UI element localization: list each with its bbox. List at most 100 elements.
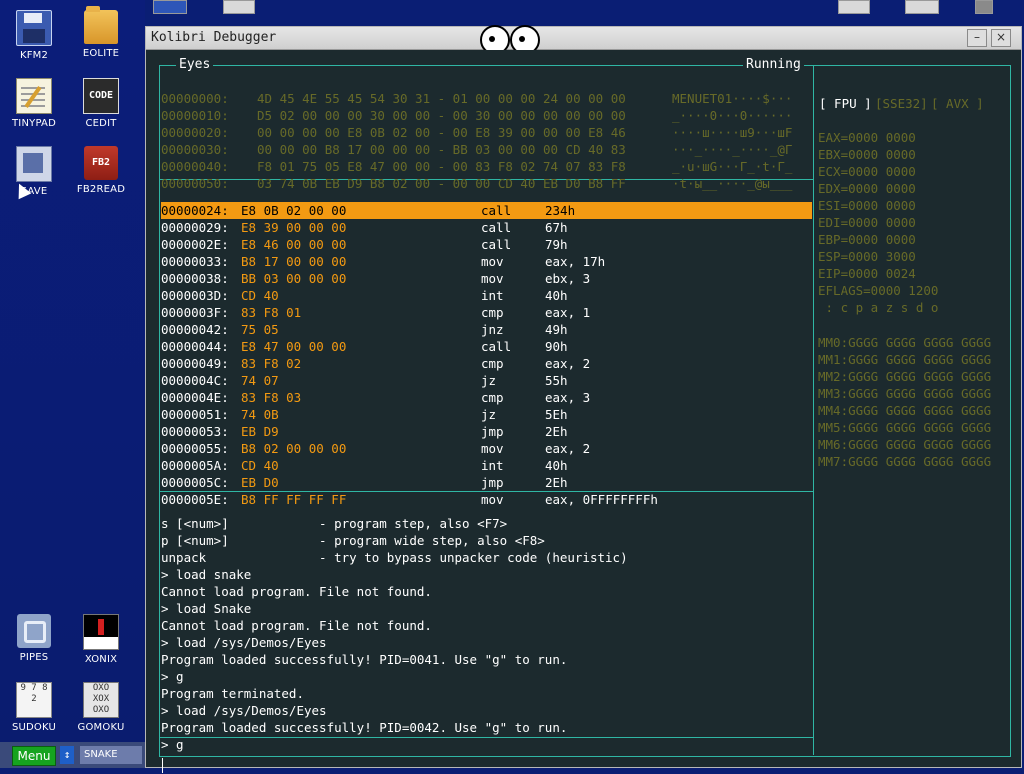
disasm-row[interactable]: 0000005E: B8 FF FF FF FF mov eax, 0FFFFFFFF… <box>161 491 812 508</box>
console-line: Program loaded successfully! PID=0042. U… <box>161 720 568 735</box>
disasm-ops: eax, 17h <box>545 254 606 269</box>
mmx-register-value: MM2:GGGG GGGG GGGG GGGG <box>818 369 992 384</box>
disasm-addr: 00000044: <box>161 339 229 354</box>
tab-sse32[interactable]: [SSE32] <box>875 96 928 111</box>
disasm-row[interactable]: 00000049: 83 F8 02 cmp eax, 2 <box>161 355 812 372</box>
register-value: EDX=0000 0000 <box>818 181 916 196</box>
desktop-icon-cedit[interactable]: CODE CEDIT <box>69 78 133 129</box>
desktop-icon-xonix[interactable]: XONIX <box>69 614 133 665</box>
dump-row: 00000000: 4D 45 4E 55 45 54 30 31 - 01 00… <box>161 91 793 106</box>
disasm-row[interactable]: 00000053: EB D9 jmp 2Eh <box>161 423 812 440</box>
disasm-mnem: cmp <box>481 356 504 371</box>
tray-icon[interactable] <box>223 0 255 14</box>
disasm-mnem: cmp <box>481 305 504 320</box>
disasm-mnem: jmp <box>481 424 504 439</box>
register-value: EBP=0000 0000 <box>818 232 916 247</box>
tray-icon[interactable] <box>153 0 187 14</box>
disasm-row[interactable]: 00000051: 74 0B jz 5Eh <box>161 406 812 423</box>
disasm-bytes: EB D9 <box>241 424 279 439</box>
desktop-icon-save[interactable]: SAVE <box>2 146 66 197</box>
console-line: Program loaded successfully! PID=0041. U… <box>161 652 568 667</box>
disasm-addr: 00000024: <box>161 203 229 218</box>
disasm-addr: 0000005A: <box>161 458 229 473</box>
disasm-row[interactable]: 00000038: BB 03 00 00 00 mov ebx, 3 <box>161 270 812 287</box>
disasm-row[interactable]: 00000029: E8 39 00 00 00 call 67h <box>161 219 812 236</box>
dump-row: 00000020: 00 00 00 00 E8 0B 02 00 - 00 E8… <box>161 125 793 140</box>
desktop-icon-sudoku[interactable]: 9 7 8 2 SUDOKU <box>2 682 66 733</box>
desktop-icon-kfm2[interactable]: KFM2 <box>2 10 66 61</box>
tray-icon[interactable] <box>975 0 993 14</box>
taskbar-item-snake[interactable]: SNAKE <box>80 746 142 764</box>
register-value: : c p a z s d o <box>818 300 939 315</box>
disasm-bytes: E8 46 00 00 00 <box>241 237 347 252</box>
dump-row: 00000010: D5 02 00 00 00 30 00 00 - 00 30… <box>161 108 793 123</box>
desktop-icon-eolite[interactable]: EOLITE <box>69 6 133 59</box>
disasm-row[interactable]: 00000042: 75 05 jnz 49h <box>161 321 812 338</box>
minimize-button[interactable]: – <box>967 29 987 47</box>
register-value: ECX=0000 0000 <box>818 164 916 179</box>
register-value: EAX=0000 0000 <box>818 130 916 145</box>
tray-icon[interactable] <box>838 0 870 14</box>
console-line: > g <box>161 737 184 752</box>
disasm-row-current[interactable]: 00000024: E8 0B 02 00 00 call 234h <box>161 202 812 219</box>
console-line: p [<num>] - program wide step, also <F8> <box>161 533 545 548</box>
registers-divider <box>813 65 814 755</box>
desktop-icon-pipes[interactable]: PIPES <box>2 614 66 663</box>
disasm-mnem: mov <box>481 271 504 286</box>
command-input[interactable] <box>162 756 814 774</box>
disasm-ops: ebx, 3 <box>545 271 591 286</box>
disasm-ops: 234h <box>545 203 576 218</box>
disasm-bytes: BB 03 00 00 00 <box>241 271 347 286</box>
disasm-mnem: jz <box>481 373 497 388</box>
console-line: > load /sys/Demos/Eyes <box>161 703 327 718</box>
disasm-row[interactable]: 0000003D: CD 40 int 40h <box>161 287 812 304</box>
tab-fpu[interactable]: [ FPU ] <box>819 96 872 111</box>
disasm-ops: 90h <box>545 339 568 354</box>
disasm-addr: 0000003F: <box>161 305 229 320</box>
disasm-ops: 55h <box>545 373 568 388</box>
disasm-addr: 00000053: <box>161 424 229 439</box>
disasm-addr: 00000033: <box>161 254 229 269</box>
disasm-mnem: call <box>481 220 512 235</box>
desktop-icon-fb2read[interactable]: FB2 FB2READ <box>69 146 133 195</box>
code-icon: CODE <box>83 78 119 114</box>
disasm-ops: eax, 2 <box>545 441 591 456</box>
close-button[interactable]: × <box>991 29 1011 47</box>
console-line: unpack - try to bypass unpacker code (he… <box>161 550 628 565</box>
desktop-icon-tinypad[interactable]: TINYPAD <box>2 78 66 129</box>
disasm-row[interactable]: 0000005C: EB D0 jmp 2Eh <box>161 474 812 491</box>
disasm-addr: 00000029: <box>161 220 229 235</box>
window-title: Kolibri Debugger <box>151 30 277 45</box>
disasm-addr: 00000055: <box>161 441 229 456</box>
floppy-icon <box>16 10 52 46</box>
disasm-row[interactable]: 00000033: B8 17 00 00 00 mov eax, 17h <box>161 253 812 270</box>
menu-button[interactable]: Menu <box>12 746 56 766</box>
console-line: Cannot load program. File not found. <box>161 584 432 599</box>
disasm-bytes: E8 0B 02 00 00 <box>241 203 347 218</box>
disasm-row[interactable]: 0000004E: 83 F8 03 cmp eax, 3 <box>161 389 812 406</box>
register-value: EFLAGS=0000 1200 <box>818 283 939 298</box>
title-bar[interactable]: Kolibri Debugger – × <box>146 27 1021 50</box>
disasm-ops: 40h <box>545 288 568 303</box>
disasm-addr: 0000005E: <box>161 492 229 507</box>
disasm-row[interactable]: 00000055: B8 02 00 00 00 mov eax, 2 <box>161 440 812 457</box>
dump-row: 00000050: 03 74 0B EB D9 B8 02 00 - 00 00… <box>161 176 793 191</box>
pipes-icon <box>17 614 51 648</box>
console-line: > load /sys/Demos/Eyes <box>161 635 327 650</box>
desktop-icon-gomoku[interactable]: OXO XOX OXO GOMOKU <box>69 682 133 733</box>
disasm-bytes: B8 02 00 00 00 <box>241 441 347 456</box>
mmx-register-value: MM7:GGGG GGGG GGGG GGGG <box>818 454 992 469</box>
mmx-register-value: MM6:GGGG GGGG GGGG GGGG <box>818 437 992 452</box>
switch-arrows-icon[interactable]: ↕ <box>60 746 74 764</box>
disasm-row[interactable]: 00000044: E8 47 00 00 00 call 90h <box>161 338 812 355</box>
disasm-row[interactable]: 0000002E: E8 46 00 00 00 call 79h <box>161 236 812 253</box>
register-value: EBX=0000 0000 <box>818 147 916 162</box>
desktop-icon-label: GOMOKU <box>77 722 125 733</box>
disasm-row[interactable]: 0000003F: 83 F8 01 cmp eax, 1 <box>161 304 812 321</box>
disasm-row[interactable]: 0000005A: CD 40 int 40h <box>161 457 812 474</box>
tray-icon[interactable] <box>905 0 939 14</box>
console-line: > g <box>161 669 184 684</box>
disasm-row[interactable]: 0000004C: 74 07 jz 55h <box>161 372 812 389</box>
tab-avx[interactable]: [ AVX ] <box>931 96 984 111</box>
disasm-mnem: mov <box>481 441 504 456</box>
